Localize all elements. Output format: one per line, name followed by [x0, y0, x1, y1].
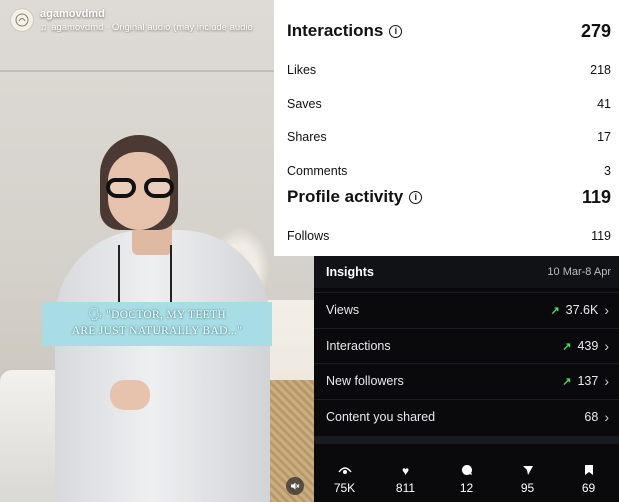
stat-saves[interactable]: 69: [560, 464, 618, 495]
insights-row-content-shared[interactable]: Content you shared 68 ›: [314, 399, 619, 434]
profile-activity-title: Profile activity: [287, 187, 404, 206]
metric-value: 3: [604, 164, 611, 178]
audio-line[interactable]: ♫ agamovdmd · Original audio (may includ…: [40, 22, 272, 33]
info-icon[interactable]: i: [389, 24, 403, 38]
metric-value: 41: [597, 97, 611, 111]
insights-value: 439: [577, 339, 599, 353]
insights-title: Insights: [326, 265, 374, 279]
bookmark-icon: [584, 464, 594, 478]
comment-icon: [461, 464, 473, 478]
insights-label: Views: [326, 303, 360, 317]
glasses: [106, 178, 174, 200]
metric-row-shares: Shares 17: [287, 130, 611, 144]
music-note-icon: ♫: [40, 22, 48, 33]
stat-value: 75K: [333, 480, 356, 495]
stat-value: 95: [520, 480, 535, 495]
caption-line-1: 🗣 "DOCTOR, MY TEETH: [88, 309, 226, 321]
insights-label: Content you shared: [326, 410, 436, 424]
send-icon: [522, 464, 534, 478]
metric-row-follows: Follows 119: [287, 229, 611, 243]
section-divider: [314, 436, 619, 444]
interactions-heading: Interactions i: [287, 21, 403, 41]
post-stats-bar: 75K ♥ 811 12 95 69: [314, 456, 619, 502]
interactions-total: 279: [580, 21, 611, 41]
eye-icon: [337, 464, 352, 478]
insights-value: 37.6K: [565, 303, 599, 317]
profile-activity-total: 119: [581, 187, 611, 207]
insights-row-interactions[interactable]: Interactions ↗ 439 ›: [314, 328, 619, 363]
interactions-title: Interactions: [287, 21, 384, 40]
chevron-right-icon: ›: [604, 302, 609, 318]
white-coat: [55, 230, 270, 502]
metric-value: 218: [590, 63, 611, 77]
speaker-muted-icon[interactable]: [286, 477, 304, 495]
metric-row-likes: Likes 218: [287, 63, 611, 77]
hand: [110, 380, 150, 410]
metric-row-comments: Comments 3: [287, 164, 611, 178]
metric-label: Shares: [287, 130, 327, 144]
interactions-panel: Interactions i 279 Likes 218 Saves 41 Sh…: [274, 0, 619, 256]
stat-comments[interactable]: 12: [438, 464, 496, 495]
metric-row-saves: Saves 41: [287, 97, 611, 111]
account-avatar[interactable]: [10, 8, 34, 32]
metric-label: Likes: [287, 63, 317, 77]
insights-value: 68: [584, 410, 599, 424]
profile-activity-heading: Profile activity i: [287, 187, 423, 207]
trend-up-icon: ↗: [562, 340, 572, 353]
metric-value: 17: [597, 130, 611, 144]
chevron-right-icon: ›: [604, 373, 609, 389]
chevron-right-icon: ›: [604, 338, 609, 354]
stat-shares[interactable]: 95: [499, 464, 557, 495]
metric-label: Comments: [287, 164, 348, 178]
stat-value: 12: [459, 480, 474, 495]
speech-bubble-icon: 🗣: [88, 309, 103, 321]
stat-value: 69: [581, 480, 596, 495]
caption-overlay: 🗣 "DOCTOR, MY TEETH ARE JUST NATURALLY B…: [42, 302, 272, 346]
date-range: 10 Mar-8 Apr: [547, 266, 611, 278]
account-name[interactable]: agamovdmd: [40, 8, 105, 20]
insights-label: New followers: [326, 374, 404, 388]
heart-icon: ♥: [401, 463, 410, 478]
trend-up-icon: ↗: [550, 304, 560, 317]
stat-likes[interactable]: ♥ 811: [377, 464, 435, 495]
chevron-right-icon: ›: [604, 409, 609, 425]
info-icon[interactable]: i: [409, 190, 423, 204]
metric-value: 119: [591, 229, 611, 243]
caption-line-2: ARE JUST NATURALLY BAD...": [71, 325, 243, 337]
insights-row-new-followers[interactable]: New followers ↗ 137 ›: [314, 363, 619, 398]
stat-views[interactable]: 75K: [316, 464, 374, 495]
insights-label: Interactions: [326, 339, 391, 353]
metric-label: Saves: [287, 97, 322, 111]
insights-header: Insights 10 Mar-8 Apr: [314, 256, 619, 288]
stat-value: 811: [395, 480, 416, 495]
metric-label: Follows: [287, 229, 330, 243]
audio-text: agamovdmd · Original audio (may include …: [51, 22, 253, 33]
insights-value: 137: [577, 374, 599, 388]
trend-up-icon: ↗: [562, 375, 572, 388]
insights-row-views[interactable]: Views ↗ 37.6K ›: [314, 292, 619, 327]
